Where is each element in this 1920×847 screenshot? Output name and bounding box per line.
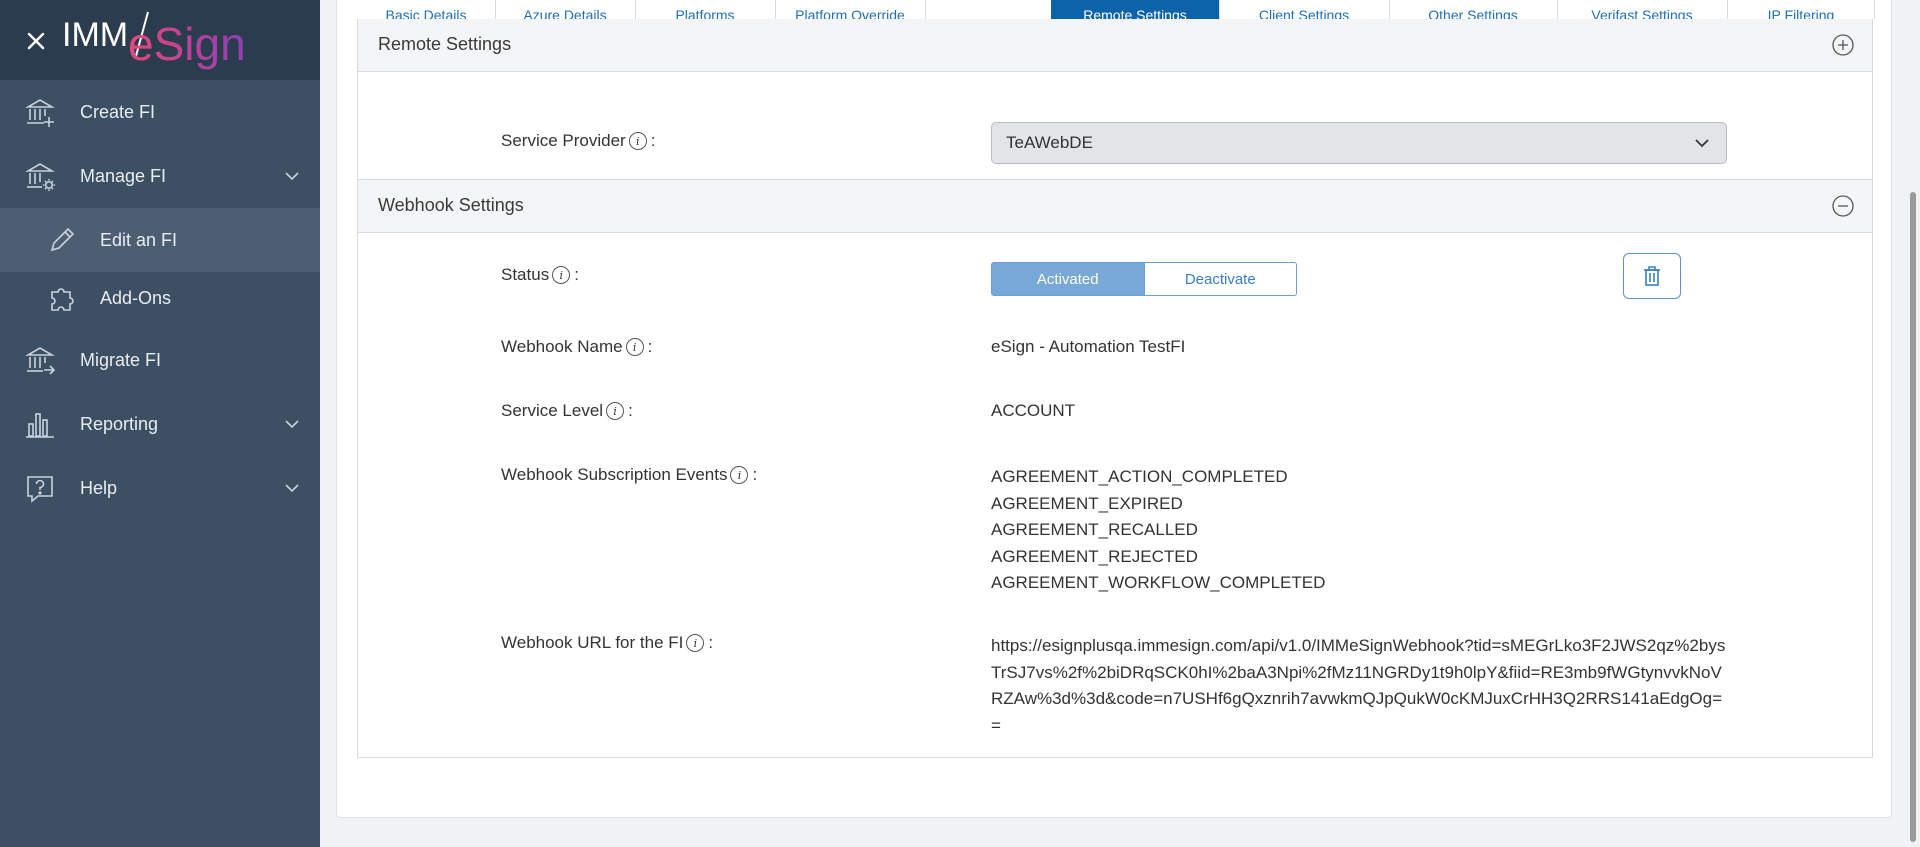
logo-prefix: IMM (62, 16, 128, 54)
activated-button[interactable]: Activated (991, 262, 1145, 296)
tab-azure-details[interactable]: Azure Details (495, 0, 636, 19)
close-icon[interactable] (22, 27, 50, 55)
bank-gear-icon (25, 163, 55, 191)
info-icon[interactable]: i (625, 338, 644, 356)
sidebar-item-edit-fi[interactable]: Edit an FI (0, 208, 320, 272)
info-icon[interactable]: i (628, 132, 647, 150)
sidebar-item-help[interactable]: Help (0, 456, 320, 520)
tab-remote-settings[interactable]: Remote Settings (1051, 0, 1220, 19)
tab-platform-override[interactable]: Platform Override (775, 0, 926, 19)
event-item: AGREEMENT_REJECTED (991, 546, 1198, 566)
pencil-icon (50, 227, 75, 252)
service-provider-select[interactable]: TeAWebDE (991, 122, 1727, 164)
webhook-url-label: Webhook URL for the FI i: (501, 633, 714, 652)
webhook-name-label: Webhook Name i: (501, 337, 653, 356)
page-scrollbar-thumb[interactable] (1910, 192, 1916, 842)
subscription-events-list: AGREEMENT_ACTION_COMPLETED AGREEMENT_EXP… (991, 464, 1325, 597)
status-toggle: Activated Deactivate (991, 262, 1297, 296)
info-icon[interactable]: i (730, 466, 749, 484)
sidebar-item-label: Reporting (80, 413, 159, 434)
sidebar-item-add-ons[interactable]: Add-Ons (0, 266, 320, 330)
sidebar-item-label: Add-Ons (100, 287, 172, 308)
sidebar-item-migrate-fi[interactable]: Migrate FI (0, 328, 320, 392)
bank-plus-icon (25, 99, 55, 127)
service-provider-label: Service Provider i: (501, 131, 656, 150)
settings-tabs: Basic Details Azure Details Platforms Pl… (357, 0, 1875, 20)
sidebar-item-manage-fi[interactable]: Manage FI (0, 144, 320, 208)
bar-chart-icon (26, 413, 54, 438)
event-item: AGREEMENT_ACTION_COMPLETED (991, 467, 1288, 486)
sidebar: IMM eSign Create FI Manage FI Edit an FI (0, 0, 320, 847)
delete-webhook-button[interactable] (1623, 253, 1681, 299)
subscription-events-label: Webhook Subscription Events i: (501, 465, 758, 484)
event-item: AGREEMENT_RECALLED (991, 520, 1198, 539)
sidebar-item-label: Create FI (80, 101, 156, 122)
service-provider-value: TeAWebDE (1006, 133, 1093, 152)
sidebar-item-label: Help (80, 477, 118, 498)
chevron-down-icon (1695, 139, 1709, 148)
bank-arrow-icon (25, 347, 56, 375)
tab-verifast-settings[interactable]: Verifast Settings (1557, 0, 1728, 19)
brand-header: IMM eSign (0, 0, 320, 80)
sidebar-item-label: Manage FI (80, 165, 167, 186)
webhook-name-value: eSign - Automation TestFI (991, 337, 1186, 356)
collapse-minus-icon[interactable] (1832, 195, 1854, 217)
help-bubble-icon (27, 476, 53, 503)
event-item: AGREEMENT_WORKFLOW_COMPLETED (991, 573, 1326, 592)
remote-settings-panel: Remote Settings Service Provider i: TeAW… (357, 19, 1873, 758)
puzzle-icon (51, 288, 74, 311)
webhook-settings-header[interactable]: Webhook Settings (358, 179, 1872, 233)
deactivate-button[interactable]: Deactivate (1144, 262, 1297, 296)
logo-suffix: eSign (128, 18, 246, 70)
expand-plus-icon[interactable] (1832, 34, 1854, 56)
tab-platforms[interactable]: Platforms (635, 0, 776, 19)
sidebar-item-reporting[interactable]: Reporting (0, 392, 320, 456)
sidebar-item-label: Migrate FI (80, 349, 162, 370)
info-icon[interactable]: i (552, 266, 571, 284)
chevron-down-icon (285, 172, 299, 181)
event-item: AGREEMENT_EXPIRED (991, 493, 1183, 513)
fi-edit-card: Basic Details Azure Details Platforms Pl… (336, 0, 1892, 818)
sidebar-item-create-fi[interactable]: Create FI (0, 80, 320, 144)
service-level-label: Service Level i: (501, 401, 633, 420)
service-level-value: ACCOUNT (991, 401, 1076, 420)
chevron-down-icon (285, 420, 299, 429)
immesign-logo: IMM eSign (62, 11, 246, 70)
section-title: Webhook Settings (378, 195, 524, 215)
tab-other-settings[interactable]: Other Settings (1389, 0, 1558, 19)
sidebar-item-label: Edit an FI (100, 229, 178, 250)
chevron-down-icon (285, 484, 299, 493)
webhook-url-value: https://esignplusqa.immesign.com/api/v1.… (991, 636, 1726, 735)
tab-ip-filtering[interactable]: IP Filtering (1727, 0, 1875, 19)
info-icon[interactable]: i (686, 634, 705, 652)
tab-client-settings[interactable]: Client Settings (1219, 0, 1390, 19)
remote-settings-header[interactable]: Remote Settings (358, 19, 1872, 72)
status-label: Status i: (501, 265, 579, 284)
section-title: Remote Settings (378, 34, 512, 54)
tab-basic-details[interactable]: Basic Details (357, 0, 496, 19)
trash-icon (1644, 266, 1660, 286)
info-icon[interactable]: i (606, 402, 625, 420)
